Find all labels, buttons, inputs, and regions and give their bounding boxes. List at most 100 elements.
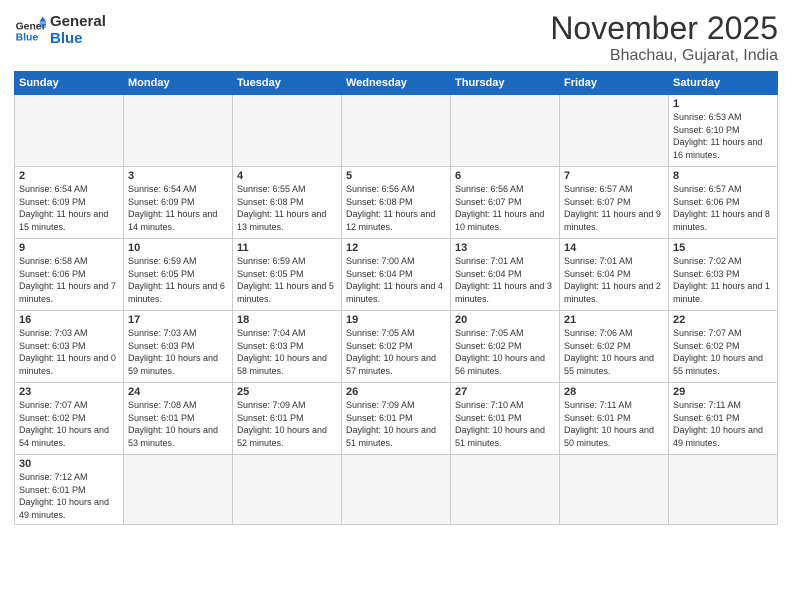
day-info: Sunrise: 7:07 AMSunset: 6:02 PMDaylight:…: [19, 399, 119, 449]
title-area: November 2025 Bhachau, Gujarat, India: [550, 10, 778, 65]
day-info: Sunrise: 6:59 AMSunset: 6:05 PMDaylight:…: [237, 255, 337, 305]
calendar-cell: 14Sunrise: 7:01 AMSunset: 6:04 PMDayligh…: [560, 239, 669, 311]
calendar-cell: 2Sunrise: 6:54 AMSunset: 6:09 PMDaylight…: [15, 167, 124, 239]
calendar-cell: 1Sunrise: 6:53 AMSunset: 6:10 PMDaylight…: [669, 95, 778, 167]
weekday-header-monday: Monday: [124, 72, 233, 95]
calendar-cell: [233, 455, 342, 525]
calendar-cell: 11Sunrise: 6:59 AMSunset: 6:05 PMDayligh…: [233, 239, 342, 311]
day-number: 23: [19, 386, 119, 398]
calendar-cell: 20Sunrise: 7:05 AMSunset: 6:02 PMDayligh…: [451, 311, 560, 383]
day-number: 30: [19, 458, 119, 470]
calendar-cell: 23Sunrise: 7:07 AMSunset: 6:02 PMDayligh…: [15, 383, 124, 455]
day-info: Sunrise: 7:00 AMSunset: 6:04 PMDaylight:…: [346, 255, 446, 305]
calendar-cell: [669, 455, 778, 525]
svg-text:Blue: Blue: [16, 32, 39, 43]
page: General Blue General Blue November 2025 …: [0, 0, 792, 612]
calendar-cell: 8Sunrise: 6:57 AMSunset: 6:06 PMDaylight…: [669, 167, 778, 239]
calendar-cell: 6Sunrise: 6:56 AMSunset: 6:07 PMDaylight…: [451, 167, 560, 239]
weekday-header-thursday: Thursday: [451, 72, 560, 95]
day-info: Sunrise: 7:05 AMSunset: 6:02 PMDaylight:…: [346, 327, 446, 377]
day-info: Sunrise: 7:08 AMSunset: 6:01 PMDaylight:…: [128, 399, 228, 449]
calendar-cell: 26Sunrise: 7:09 AMSunset: 6:01 PMDayligh…: [342, 383, 451, 455]
day-info: Sunrise: 7:11 AMSunset: 6:01 PMDaylight:…: [564, 399, 664, 449]
weekday-header-friday: Friday: [560, 72, 669, 95]
calendar-cell: 15Sunrise: 7:02 AMSunset: 6:03 PMDayligh…: [669, 239, 778, 311]
calendar-cell: 4Sunrise: 6:55 AMSunset: 6:08 PMDaylight…: [233, 167, 342, 239]
day-info: Sunrise: 7:02 AMSunset: 6:03 PMDaylight:…: [673, 255, 773, 305]
calendar-cell: [560, 455, 669, 525]
calendar-header-row: SundayMondayTuesdayWednesdayThursdayFrid…: [15, 72, 778, 95]
day-info: Sunrise: 6:58 AMSunset: 6:06 PMDaylight:…: [19, 255, 119, 305]
day-number: 3: [128, 170, 228, 182]
day-number: 15: [673, 242, 773, 254]
day-number: 20: [455, 314, 555, 326]
weekday-header-saturday: Saturday: [669, 72, 778, 95]
day-number: 7: [564, 170, 664, 182]
page-subtitle: Bhachau, Gujarat, India: [550, 47, 778, 65]
calendar-cell: 19Sunrise: 7:05 AMSunset: 6:02 PMDayligh…: [342, 311, 451, 383]
logo-icon: General Blue: [14, 15, 46, 47]
calendar-cell: 16Sunrise: 7:03 AMSunset: 6:03 PMDayligh…: [15, 311, 124, 383]
page-title: November 2025: [550, 10, 778, 47]
calendar-cell: [233, 95, 342, 167]
day-info: Sunrise: 6:54 AMSunset: 6:09 PMDaylight:…: [19, 183, 119, 233]
calendar-cell: 28Sunrise: 7:11 AMSunset: 6:01 PMDayligh…: [560, 383, 669, 455]
calendar-cell: 5Sunrise: 6:56 AMSunset: 6:08 PMDaylight…: [342, 167, 451, 239]
day-info: Sunrise: 7:01 AMSunset: 6:04 PMDaylight:…: [455, 255, 555, 305]
day-number: 29: [673, 386, 773, 398]
day-info: Sunrise: 6:55 AMSunset: 6:08 PMDaylight:…: [237, 183, 337, 233]
day-number: 2: [19, 170, 119, 182]
calendar-week-row: 16Sunrise: 7:03 AMSunset: 6:03 PMDayligh…: [15, 311, 778, 383]
day-number: 27: [455, 386, 555, 398]
logo: General Blue General Blue: [14, 14, 106, 47]
calendar-cell: 27Sunrise: 7:10 AMSunset: 6:01 PMDayligh…: [451, 383, 560, 455]
calendar-cell: 3Sunrise: 6:54 AMSunset: 6:09 PMDaylight…: [124, 167, 233, 239]
day-number: 1: [673, 98, 773, 110]
day-info: Sunrise: 7:12 AMSunset: 6:01 PMDaylight:…: [19, 471, 119, 521]
day-info: Sunrise: 6:56 AMSunset: 6:08 PMDaylight:…: [346, 183, 446, 233]
calendar-cell: 10Sunrise: 6:59 AMSunset: 6:05 PMDayligh…: [124, 239, 233, 311]
day-info: Sunrise: 7:03 AMSunset: 6:03 PMDaylight:…: [19, 327, 119, 377]
day-info: Sunrise: 7:07 AMSunset: 6:02 PMDaylight:…: [673, 327, 773, 377]
calendar-cell: 17Sunrise: 7:03 AMSunset: 6:03 PMDayligh…: [124, 311, 233, 383]
calendar-cell: 9Sunrise: 6:58 AMSunset: 6:06 PMDaylight…: [15, 239, 124, 311]
header: General Blue General Blue November 2025 …: [14, 10, 778, 65]
day-number: 10: [128, 242, 228, 254]
calendar-cell: 12Sunrise: 7:00 AMSunset: 6:04 PMDayligh…: [342, 239, 451, 311]
day-info: Sunrise: 6:56 AMSunset: 6:07 PMDaylight:…: [455, 183, 555, 233]
day-number: 22: [673, 314, 773, 326]
logo-general: General: [50, 14, 106, 31]
calendar-cell: [342, 455, 451, 525]
day-number: 19: [346, 314, 446, 326]
day-info: Sunrise: 7:05 AMSunset: 6:02 PMDaylight:…: [455, 327, 555, 377]
day-info: Sunrise: 7:10 AMSunset: 6:01 PMDaylight:…: [455, 399, 555, 449]
day-number: 24: [128, 386, 228, 398]
day-number: 11: [237, 242, 337, 254]
day-number: 17: [128, 314, 228, 326]
logo-blue: Blue: [50, 31, 106, 48]
day-info: Sunrise: 7:01 AMSunset: 6:04 PMDaylight:…: [564, 255, 664, 305]
calendar-cell: [15, 95, 124, 167]
day-number: 16: [19, 314, 119, 326]
day-info: Sunrise: 7:03 AMSunset: 6:03 PMDaylight:…: [128, 327, 228, 377]
day-number: 14: [564, 242, 664, 254]
day-info: Sunrise: 7:06 AMSunset: 6:02 PMDaylight:…: [564, 327, 664, 377]
day-info: Sunrise: 6:57 AMSunset: 6:07 PMDaylight:…: [564, 183, 664, 233]
calendar-cell: [451, 455, 560, 525]
calendar-week-row: 9Sunrise: 6:58 AMSunset: 6:06 PMDaylight…: [15, 239, 778, 311]
day-info: Sunrise: 7:09 AMSunset: 6:01 PMDaylight:…: [346, 399, 446, 449]
day-number: 9: [19, 242, 119, 254]
weekday-header-wednesday: Wednesday: [342, 72, 451, 95]
day-number: 12: [346, 242, 446, 254]
weekday-header-tuesday: Tuesday: [233, 72, 342, 95]
day-info: Sunrise: 7:04 AMSunset: 6:03 PMDaylight:…: [237, 327, 337, 377]
calendar-week-row: 2Sunrise: 6:54 AMSunset: 6:09 PMDaylight…: [15, 167, 778, 239]
calendar-cell: [451, 95, 560, 167]
calendar-week-row: 30Sunrise: 7:12 AMSunset: 6:01 PMDayligh…: [15, 455, 778, 525]
day-number: 4: [237, 170, 337, 182]
day-number: 28: [564, 386, 664, 398]
calendar-cell: [560, 95, 669, 167]
calendar-table: SundayMondayTuesdayWednesdayThursdayFrid…: [14, 71, 778, 525]
calendar-cell: 25Sunrise: 7:09 AMSunset: 6:01 PMDayligh…: [233, 383, 342, 455]
calendar-cell: 29Sunrise: 7:11 AMSunset: 6:01 PMDayligh…: [669, 383, 778, 455]
